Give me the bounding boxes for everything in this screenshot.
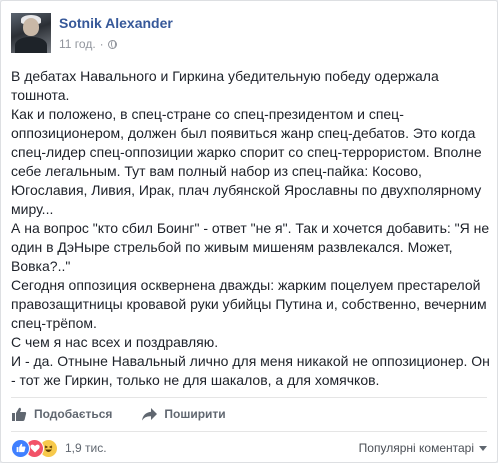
post-paragraph: А на вопрос "кто сбил Боинг" - ответ "не…: [11, 220, 490, 274]
post-text: В дебатах Навального и Гиркина убедитель…: [11, 67, 493, 390]
caret-down-icon: [479, 445, 487, 451]
meta-dot: ·: [99, 37, 104, 51]
reactions-count: 1,9 тис.: [65, 441, 107, 455]
post-paragraph: И - да. Отныне Навальный лично для меня …: [11, 353, 490, 388]
avatar[interactable]: [11, 13, 51, 53]
post-paragraph: Как и положено, в спец-стране со спец-пр…: [11, 106, 482, 217]
action-bar: Подобається Поширити: [11, 401, 256, 427]
share-button[interactable]: Поширити: [142, 407, 226, 421]
comment-sort-label: Популярні коментарі: [358, 441, 474, 455]
post-paragraph: В дебатах Навального и Гиркина убедитель…: [11, 68, 439, 103]
reactions-summary[interactable]: 1,9 тис.: [11, 438, 107, 458]
like-button[interactable]: Подобається: [11, 407, 112, 422]
post-card: Sotnik Alexander 11 год. · В дебатах Нав…: [0, 0, 498, 463]
like-reaction-icon: [11, 438, 30, 458]
post-meta: 11 год. ·: [59, 37, 117, 51]
author-name[interactable]: Sotnik Alexander: [59, 15, 173, 31]
comment-sort-dropdown[interactable]: Популярні коментарі: [359, 441, 487, 455]
like-label: Подобається: [34, 407, 113, 421]
divider: [11, 397, 487, 398]
post-paragraph: С чем я нас всех и поздравляю.: [11, 334, 219, 350]
divider: [11, 431, 487, 432]
share-label: Поширити: [164, 407, 226, 421]
post-paragraph: Сегодня оппозиция осквернена дважды: жар…: [11, 277, 487, 331]
like-icon: [12, 407, 27, 421]
globe-icon[interactable]: [107, 39, 117, 49]
post-time[interactable]: 11 год.: [59, 37, 96, 51]
share-icon: [142, 407, 158, 420]
